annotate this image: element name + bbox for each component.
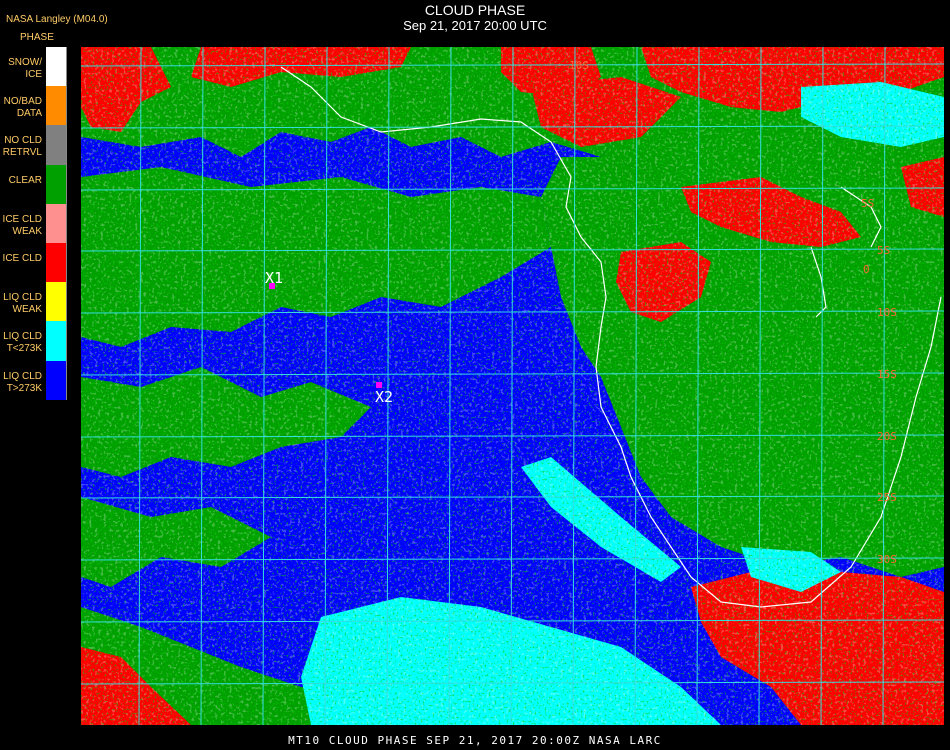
legend-label: SNOW/ ICE [8, 57, 42, 80]
legend-label: NO CLD RETRVL [2, 135, 42, 159]
grid-label: 30S [877, 553, 897, 566]
legend-swatch [46, 282, 67, 322]
grid-label: 10S [569, 59, 589, 72]
legend-item-clear: CLEAR [0, 164, 67, 204]
legend-item-ice-cld: ICE CLD [0, 242, 67, 283]
legend-label: LIQ CLD WEAK [3, 292, 42, 316]
legend-swatch [46, 47, 67, 87]
legend-label: NO/BAD DATA [3, 96, 42, 120]
legend-label: ICE CLD WEAK [2, 213, 42, 237]
legend-item-snow-ice: SNOW/ ICE [0, 47, 67, 87]
legend-swatch [46, 125, 67, 165]
legend-swatch [46, 164, 67, 204]
grid-label: 15S [877, 368, 897, 381]
marker-x1-label: X1 [265, 269, 283, 287]
grid-label: 25S [877, 491, 897, 504]
map-title: CLOUD PHASE [424, 2, 526, 18]
legend-label: ICE CLD [2, 252, 42, 264]
legend-title: PHASE [20, 32, 54, 43]
legend-item-liq-cld-warm: LIQ CLD T>273K [0, 360, 67, 400]
map-subtitle: Sep 21, 2017 20:00 UTC [403, 18, 547, 33]
marker-x2-label: X2 [375, 388, 393, 406]
legend-swatch [46, 242, 67, 283]
legend-swatch [46, 86, 67, 126]
phase-legend: SNOW/ ICE NO/BAD DATA NO CLD RETRVL CLEA… [0, 47, 67, 400]
legend-item-no-cld-retrvl: NO CLD RETRVL [0, 125, 67, 165]
footer-caption: MT10 CLOUD PHASE SEP 21, 2017 20:00Z NAS… [288, 734, 662, 747]
legend-label: LIQ CLD T>273K [3, 370, 42, 394]
grid-label: 5S [877, 244, 890, 257]
grid-label: 20S [877, 430, 897, 443]
legend-swatch [46, 321, 67, 361]
legend-item-no-bad-data: NO/BAD DATA [0, 86, 67, 126]
legend-item-liq-cld-cold: LIQ CLD T<273K [0, 321, 67, 361]
grid-label: 0 [863, 263, 870, 276]
legend-label: CLEAR [8, 174, 42, 186]
legend-swatch [46, 360, 67, 400]
legend-label: LIQ CLD T<273K [3, 331, 42, 355]
grid-label: 10S [877, 306, 897, 319]
cloud-phase-map: 10S 5S 0 5S 10S 15S 20S 25S 30S X1 X2 [81, 47, 944, 725]
legend-item-liq-cld-weak: LIQ CLD WEAK [0, 282, 67, 322]
grid-label: 5S [861, 197, 874, 210]
legend-swatch [46, 203, 67, 243]
legend-item-ice-cld-weak: ICE CLD WEAK [0, 203, 67, 243]
